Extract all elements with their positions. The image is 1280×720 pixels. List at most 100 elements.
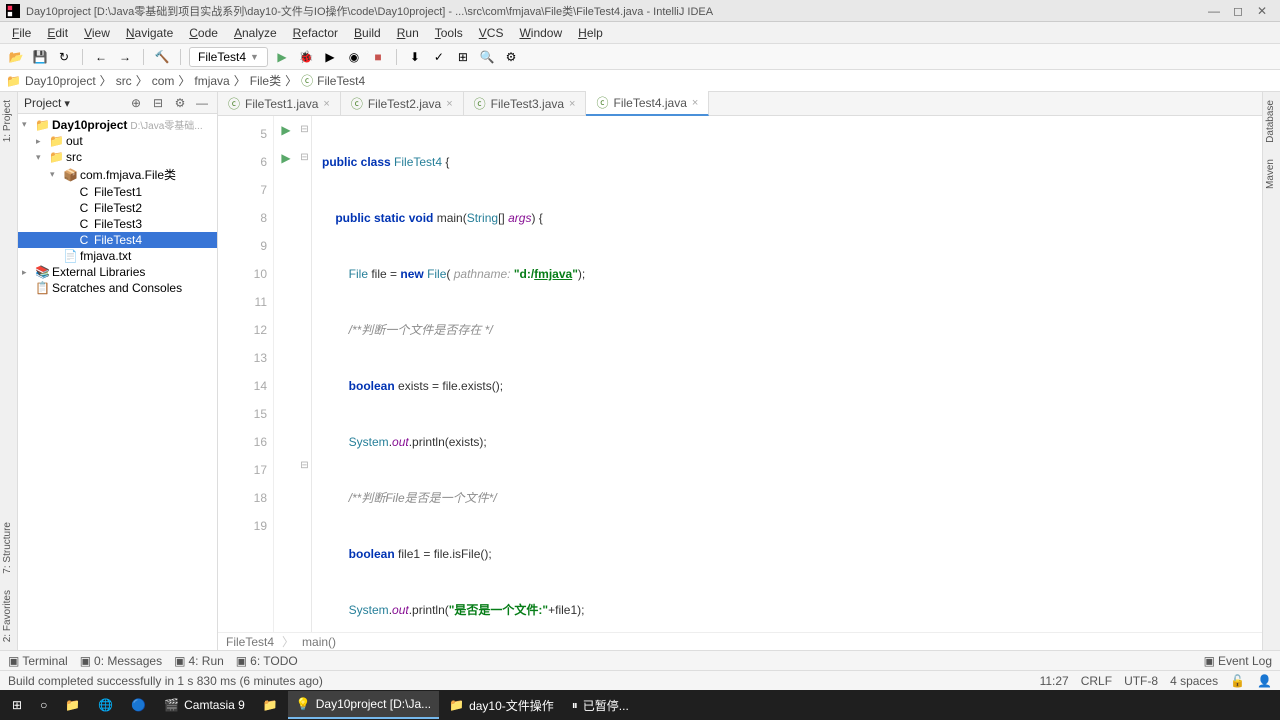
editor-breadcrumb-item[interactable]: FileTest4 xyxy=(226,635,274,649)
maximize-button[interactable]: ◻ xyxy=(1226,3,1250,19)
run-coverage-icon[interactable]: ▶ xyxy=(320,47,340,67)
taskbar-item[interactable]: ○ xyxy=(32,691,55,719)
maven-side-tab[interactable]: Maven xyxy=(1263,151,1280,197)
breadcrumb-item[interactable]: com xyxy=(152,74,175,88)
taskbar-item[interactable]: 💡Day10project [D:\Ja... xyxy=(288,691,439,719)
editor-tab[interactable]: ⓒFileTest2.java× xyxy=(341,92,464,115)
structure-side-tab[interactable]: 7: Structure xyxy=(0,514,17,582)
code-content[interactable]: public class FileTest4 { public static v… xyxy=(312,116,1262,632)
favorites-side-tab[interactable]: 2: Favorites xyxy=(0,582,17,650)
editor-tab[interactable]: ⓒFileTest3.java× xyxy=(464,92,587,115)
close-button[interactable]: ✕ xyxy=(1250,3,1274,19)
bottom-tab[interactable]: ▣ Terminal xyxy=(8,654,68,668)
menu-view[interactable]: View xyxy=(76,24,118,42)
menu-code[interactable]: Code xyxy=(181,24,226,42)
fold-icon[interactable]: ⊟ xyxy=(298,144,311,172)
taskbar-item[interactable]: 🎬Camtasia 9 xyxy=(156,691,253,719)
stop-button[interactable]: ■ xyxy=(368,47,388,67)
project-view-dropdown[interactable]: Project ▾ xyxy=(24,96,123,110)
vcs-commit-icon[interactable]: ✓ xyxy=(429,47,449,67)
taskbar-item[interactable]: 📁 xyxy=(57,691,88,719)
back-icon[interactable]: ← xyxy=(91,47,111,67)
inspector-icon[interactable]: 👤 xyxy=(1257,674,1272,688)
tree-item[interactable]: 📄fmjava.txt xyxy=(18,248,217,264)
open-file-icon[interactable]: 📂 xyxy=(6,47,26,67)
run-gutter-icon[interactable]: ▶ xyxy=(274,144,298,172)
scroll-from-source-icon[interactable]: ⊕ xyxy=(127,94,145,112)
taskbar-item[interactable]: 🔵 xyxy=(123,691,154,719)
settings-gear-icon[interactable]: ⚙ xyxy=(171,94,189,112)
indent[interactable]: 4 spaces xyxy=(1170,674,1218,688)
bottom-tab[interactable]: ▣ 0: Messages xyxy=(80,654,162,668)
tree-item[interactable]: ▾📦com.fmjava.File类 xyxy=(18,165,217,184)
run-configuration-dropdown[interactable]: FileTest4 ▼ xyxy=(189,47,268,67)
menu-refactor[interactable]: Refactor xyxy=(285,24,346,42)
close-tab-icon[interactable]: × xyxy=(323,98,329,110)
menu-help[interactable]: Help xyxy=(570,24,611,42)
tree-item[interactable]: CFileTest3 xyxy=(18,216,217,232)
editor-tab[interactable]: ⓒFileTest1.java× xyxy=(218,92,341,115)
breadcrumb-item[interactable]: fmjava xyxy=(194,74,229,88)
line-ending[interactable]: CRLF xyxy=(1081,674,1112,688)
profile-icon[interactable]: ◉ xyxy=(344,47,364,67)
breadcrumb-item[interactable]: ⓒ FileTest4 xyxy=(301,72,365,89)
structure-icon[interactable]: ⊞ xyxy=(453,47,473,67)
bottom-tab[interactable]: ▣ 4: Run xyxy=(174,654,224,668)
editor-breadcrumb-item[interactable]: main() xyxy=(302,635,336,649)
close-tab-icon[interactable]: × xyxy=(692,97,698,109)
menu-run[interactable]: Run xyxy=(389,24,427,42)
build-icon[interactable]: 🔨 xyxy=(152,47,172,67)
tree-item[interactable]: CFileTest2 xyxy=(18,200,217,216)
menu-navigate[interactable]: Navigate xyxy=(118,24,181,42)
database-side-tab[interactable]: Database xyxy=(1263,92,1280,151)
breadcrumb-item[interactable]: File类 xyxy=(250,72,281,89)
taskbar-item[interactable]: 📁 xyxy=(255,691,286,719)
debug-button[interactable]: 🐞 xyxy=(296,47,316,67)
search-icon[interactable]: 🔍 xyxy=(477,47,497,67)
editor-tab[interactable]: ⓒFileTest4.java× xyxy=(586,91,709,116)
taskbar-item[interactable]: 📁day10-文件操作 xyxy=(441,691,562,719)
lock-icon[interactable]: 🔓 xyxy=(1230,674,1245,688)
encoding[interactable]: UTF-8 xyxy=(1124,674,1158,688)
close-tab-icon[interactable]: × xyxy=(446,98,452,110)
event-log-button[interactable]: ▣ Event Log xyxy=(1204,654,1272,668)
hide-panel-icon[interactable]: — xyxy=(193,94,211,112)
editor-body[interactable]: 5678910111213141516171819 ▶ ▶ ⊟ ⊟ ⊟ publ… xyxy=(218,116,1262,632)
menu-analyze[interactable]: Analyze xyxy=(226,24,285,42)
save-icon[interactable]: 💾 xyxy=(30,47,50,67)
menu-edit[interactable]: Edit xyxy=(39,24,76,42)
close-tab-icon[interactable]: × xyxy=(569,98,575,110)
tree-item[interactable]: ▸📁out xyxy=(18,133,217,149)
taskbar-item[interactable]: 🌐 xyxy=(90,691,121,719)
fold-end-icon[interactable]: ⊟ xyxy=(298,452,311,480)
tree-item[interactable]: ▸📚External Libraries xyxy=(18,264,217,280)
taskbar-item[interactable]: ⊞ xyxy=(4,691,30,719)
menu-build[interactable]: Build xyxy=(346,24,389,42)
run-button[interactable]: ▶ xyxy=(272,47,292,67)
collapse-all-icon[interactable]: ⊟ xyxy=(149,94,167,112)
settings-icon[interactable]: ⚙ xyxy=(501,47,521,67)
bottom-tab[interactable]: ▣ 6: TODO xyxy=(236,654,298,668)
caret-position[interactable]: 11:27 xyxy=(1040,674,1069,688)
minimize-button[interactable]: — xyxy=(1202,3,1226,19)
menu-file[interactable]: File xyxy=(4,24,39,42)
project-side-tab[interactable]: 1: Project xyxy=(0,92,17,150)
breadcrumb-item[interactable]: 📁 Day10project xyxy=(6,74,96,88)
run-gutter-icon[interactable]: ▶ xyxy=(274,116,298,144)
tree-item[interactable]: ▾📁src xyxy=(18,149,217,165)
tree-item[interactable]: CFileTest4 xyxy=(18,232,217,248)
tree-item[interactable]: 📋Scratches and Consoles xyxy=(18,280,217,296)
tree-item[interactable]: CFileTest1 xyxy=(18,184,217,200)
menu-window[interactable]: Window xyxy=(511,24,570,42)
forward-icon[interactable]: → xyxy=(115,47,135,67)
menu-tools[interactable]: Tools xyxy=(427,24,471,42)
gutter-icons: ▶ ▶ xyxy=(274,116,298,632)
breadcrumb-item[interactable]: src xyxy=(116,74,132,88)
fold-icon[interactable]: ⊟ xyxy=(298,116,311,144)
refresh-icon[interactable]: ↻ xyxy=(54,47,74,67)
project-tree[interactable]: ▾📁Day10project D:\Java零基础...▸📁out▾📁src▾📦… xyxy=(18,114,217,650)
taskbar-item[interactable]: ⏸已暂停... xyxy=(564,691,637,719)
menu-vcs[interactable]: VCS xyxy=(471,24,512,42)
vcs-update-icon[interactable]: ⬇ xyxy=(405,47,425,67)
tree-item[interactable]: ▾📁Day10project D:\Java零基础... xyxy=(18,116,217,133)
